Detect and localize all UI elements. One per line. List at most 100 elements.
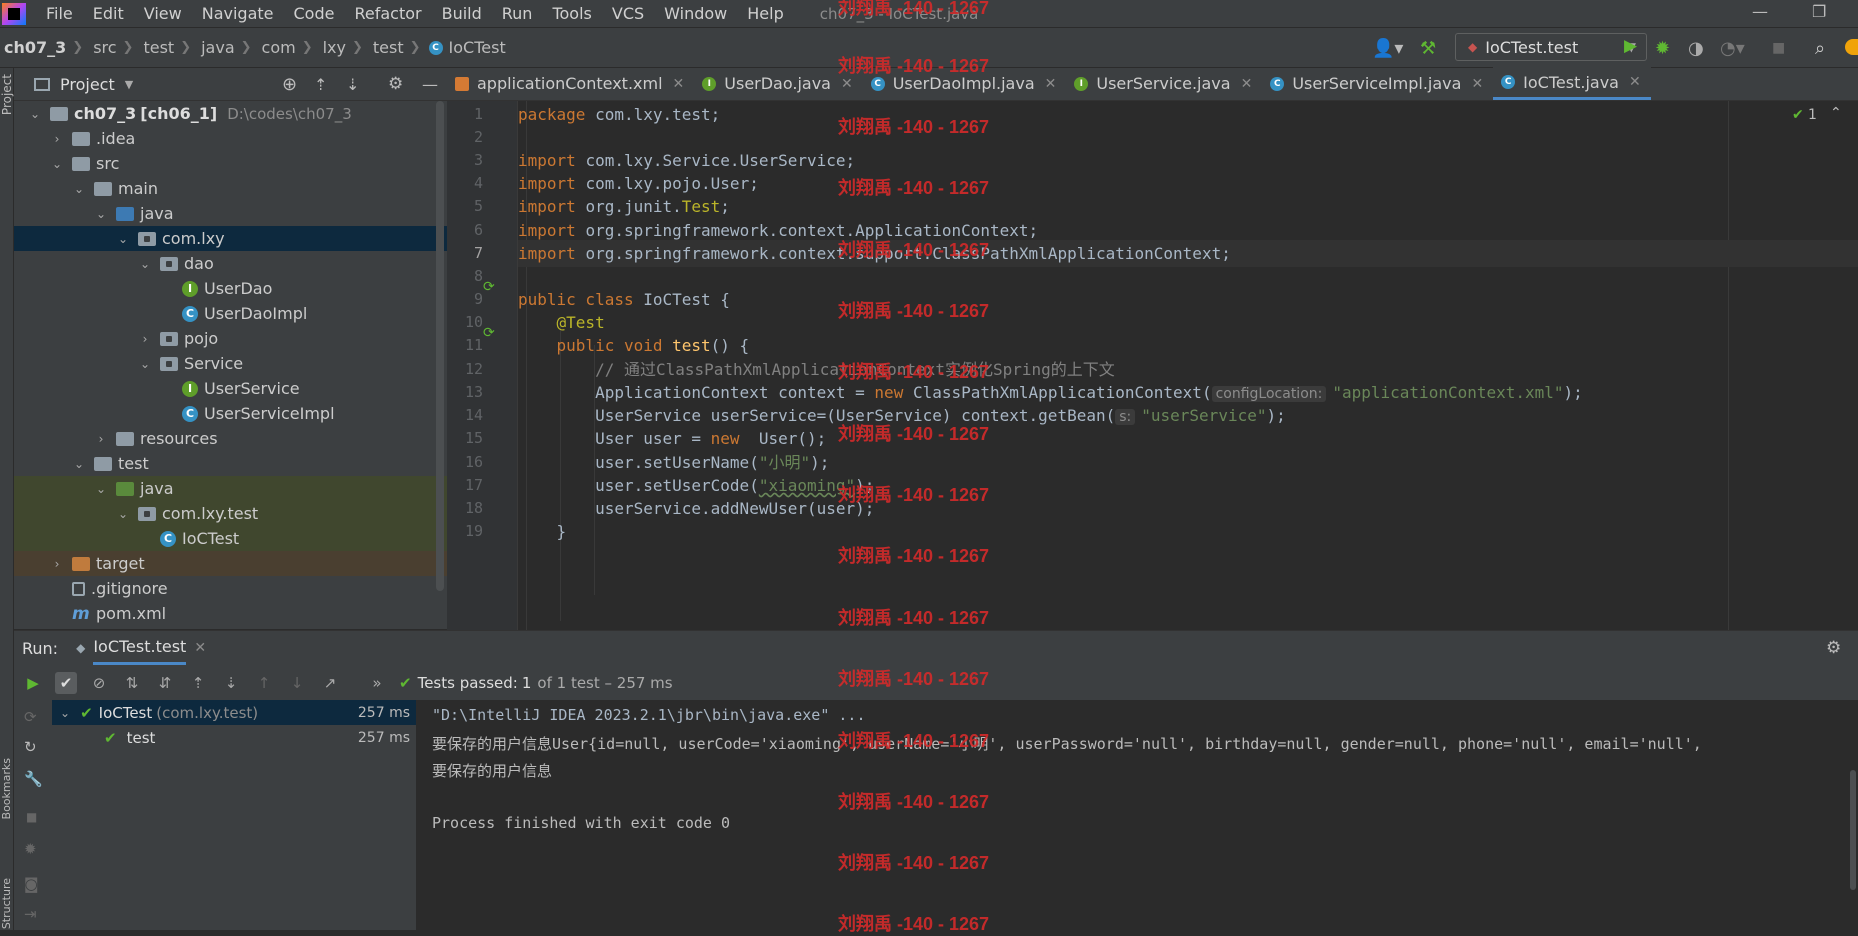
chevron-down-icon[interactable]: ▼ [125,78,133,91]
close-icon[interactable]: ✕ [1045,76,1057,92]
breadcrumb-java[interactable]: java [201,38,235,57]
hide-icon[interactable]: — [422,75,438,94]
tree-item[interactable]: › pojo [14,326,447,351]
inspection-ok-icon[interactable]: ✔ [1792,107,1804,123]
tree-item[interactable]: C IoCTest [14,526,447,551]
tree-item[interactable]: m pom.xml [14,601,447,626]
bookmarks-tool-tab[interactable]: Bookmarks [0,758,13,819]
chevron-down-icon[interactable]: ⌄ [94,207,108,221]
tree-item[interactable]: C UserServiceImpl [14,401,447,426]
collapse-all-icon[interactable]: ⇣ [346,75,359,94]
coverage-icon[interactable]: ◑ [1688,38,1704,59]
tree-item[interactable]: I UserDao [14,276,447,301]
gear-icon[interactable]: ⚙ [388,74,403,94]
show-passed-icon[interactable]: ✔ [55,671,77,694]
chevron-right-icon[interactable]: › [50,132,64,146]
chevron-down-icon[interactable]: ⌄ [60,706,70,720]
tree-item[interactable]: ⌄ main [14,176,447,201]
previous-failed-icon[interactable]: ↑ [253,672,275,694]
gear-icon[interactable]: ⚙ [1826,638,1841,658]
breadcrumb-test-pkg[interactable]: test [373,38,404,57]
stop-icon[interactable]: ■ [1772,40,1785,56]
tab-applicationcontext-xml[interactable]: applicationContext.xml ✕ [447,67,694,100]
chevron-right-icon[interactable]: › [94,432,108,446]
dump-threads-icon[interactable]: ✹ [24,840,37,858]
restore-icon[interactable]: ❐ [1812,2,1826,21]
debug-icon[interactable]: ⟳ [24,708,37,726]
search-icon[interactable]: ⌕ [1815,38,1825,59]
menu-view[interactable]: View [144,4,182,23]
chevron-right-icon[interactable]: › [50,557,64,571]
chevron-down-icon[interactable]: ⌄ [94,482,108,496]
exit-icon[interactable]: ⇥ [24,905,37,923]
run-configuration-select[interactable]: ◆ IoCTest.test ▼ [1455,33,1647,61]
debug-icon[interactable]: ✹ [1655,38,1670,59]
chevron-down-icon[interactable]: ⌄ [116,507,130,521]
close-icon[interactable]: ✕ [194,640,206,656]
test-row-test[interactable]: ✔ test 257 ms [52,725,416,750]
project-panel-title[interactable]: Project [60,75,115,94]
stop-icon[interactable]: ■ [26,810,37,824]
sort-alpha-icon[interactable]: ⇅ [121,672,143,694]
tree-scrollbar[interactable] [436,101,444,591]
run-gutter-icon[interactable]: ⟳ [483,279,495,295]
tree-item[interactable]: ⌄ src [14,151,447,176]
console-scrollbar[interactable] [1850,770,1856,890]
import-tests-icon[interactable]: ↗ [319,672,341,694]
tree-item[interactable]: ⌄ Service [14,351,447,376]
console-output[interactable]: "D:\IntelliJ IDEA 2023.2.1\jbr\bin\java.… [418,700,1858,930]
breadcrumb-test[interactable]: test [143,38,174,57]
menu-file[interactable]: File [46,4,73,23]
menu-code[interactable]: Code [294,4,335,23]
menu-help[interactable]: Help [747,4,783,23]
close-icon[interactable]: ✕ [1241,76,1253,92]
rerun-icon[interactable]: ▶ [22,672,44,694]
run-gutter-icon[interactable]: ⟳ [483,325,495,341]
chevron-down-icon[interactable]: ⌄ [138,357,152,371]
test-row-ioctest[interactable]: ⌄ ✔ IoCTest (com.lxy.test) 257 ms [52,700,416,725]
chevron-down-icon[interactable]: ⌄ [72,457,86,471]
tab-userserviceimpl-java[interactable]: C UserServiceImpl.java ✕ [1262,67,1493,100]
menu-refactor[interactable]: Refactor [354,4,421,23]
tree-item[interactable]: .gitignore [14,576,447,601]
chevron-up-icon[interactable]: ⌃ [1830,105,1842,121]
chevron-down-icon[interactable]: ⌄ [28,107,42,121]
tree-item[interactable]: ⌄ java [14,476,447,501]
run-tab-ioctest[interactable]: IoCTest.test [93,631,187,665]
expand-all-icon[interactable]: ⇡ [187,672,209,694]
code-editor[interactable]: package com.lxy.test; import com.lxy.Ser… [518,101,1858,630]
locate-icon[interactable]: ⊕ [282,74,297,95]
show-ignored-icon[interactable]: ⊘ [88,672,110,694]
breadcrumb-lxy[interactable]: lxy [323,38,346,57]
chevron-down-icon[interactable]: ⌄ [50,157,64,171]
tree-item[interactable]: I UserService [14,376,447,401]
breadcrumb-file[interactable]: IoCTest [449,38,506,57]
tree-item[interactable]: ⌄ java [14,201,447,226]
menu-window[interactable]: Window [664,4,727,23]
breadcrumb-com[interactable]: com [262,38,296,57]
user-icon[interactable]: 👤▾ [1372,38,1403,59]
tab-userservice-java[interactable]: I UserService.java ✕ [1066,67,1262,100]
tree-item[interactable]: ⌄ com.lxy.test [14,501,447,526]
close-icon[interactable]: ✕ [673,76,685,92]
collapse-all-icon[interactable]: ⇣ [220,672,242,694]
chevron-right-icon[interactable]: › [138,332,152,346]
tree-item[interactable]: ⌄ dao [14,251,447,276]
menu-navigate[interactable]: Navigate [202,4,274,23]
run-icon[interactable]: ▶ [1624,36,1637,56]
breadcrumb-src[interactable]: src [93,38,116,57]
close-icon[interactable]: ✕ [1471,76,1483,92]
menu-edit[interactable]: Edit [93,4,124,23]
next-failed-icon[interactable]: ↓ [286,672,308,694]
notification-icon[interactable] [1845,39,1858,55]
tree-item-root[interactable]: ⌄ ch07_3 [ch06_1] D:\codes\ch07_3 [14,101,447,126]
tree-item[interactable]: › target [14,551,447,576]
more-icon[interactable]: » [366,672,388,694]
menu-tools[interactable]: Tools [552,4,591,23]
breadcrumb-project[interactable]: ch07_3 [4,38,66,57]
rerun-failed-icon[interactable]: ↻ [24,738,37,756]
minimize-icon[interactable]: — [1752,2,1768,21]
expand-all-icon[interactable]: ⇡ [314,75,327,94]
menu-build[interactable]: Build [442,4,482,23]
chevron-down-icon[interactable]: ⌄ [138,257,152,271]
